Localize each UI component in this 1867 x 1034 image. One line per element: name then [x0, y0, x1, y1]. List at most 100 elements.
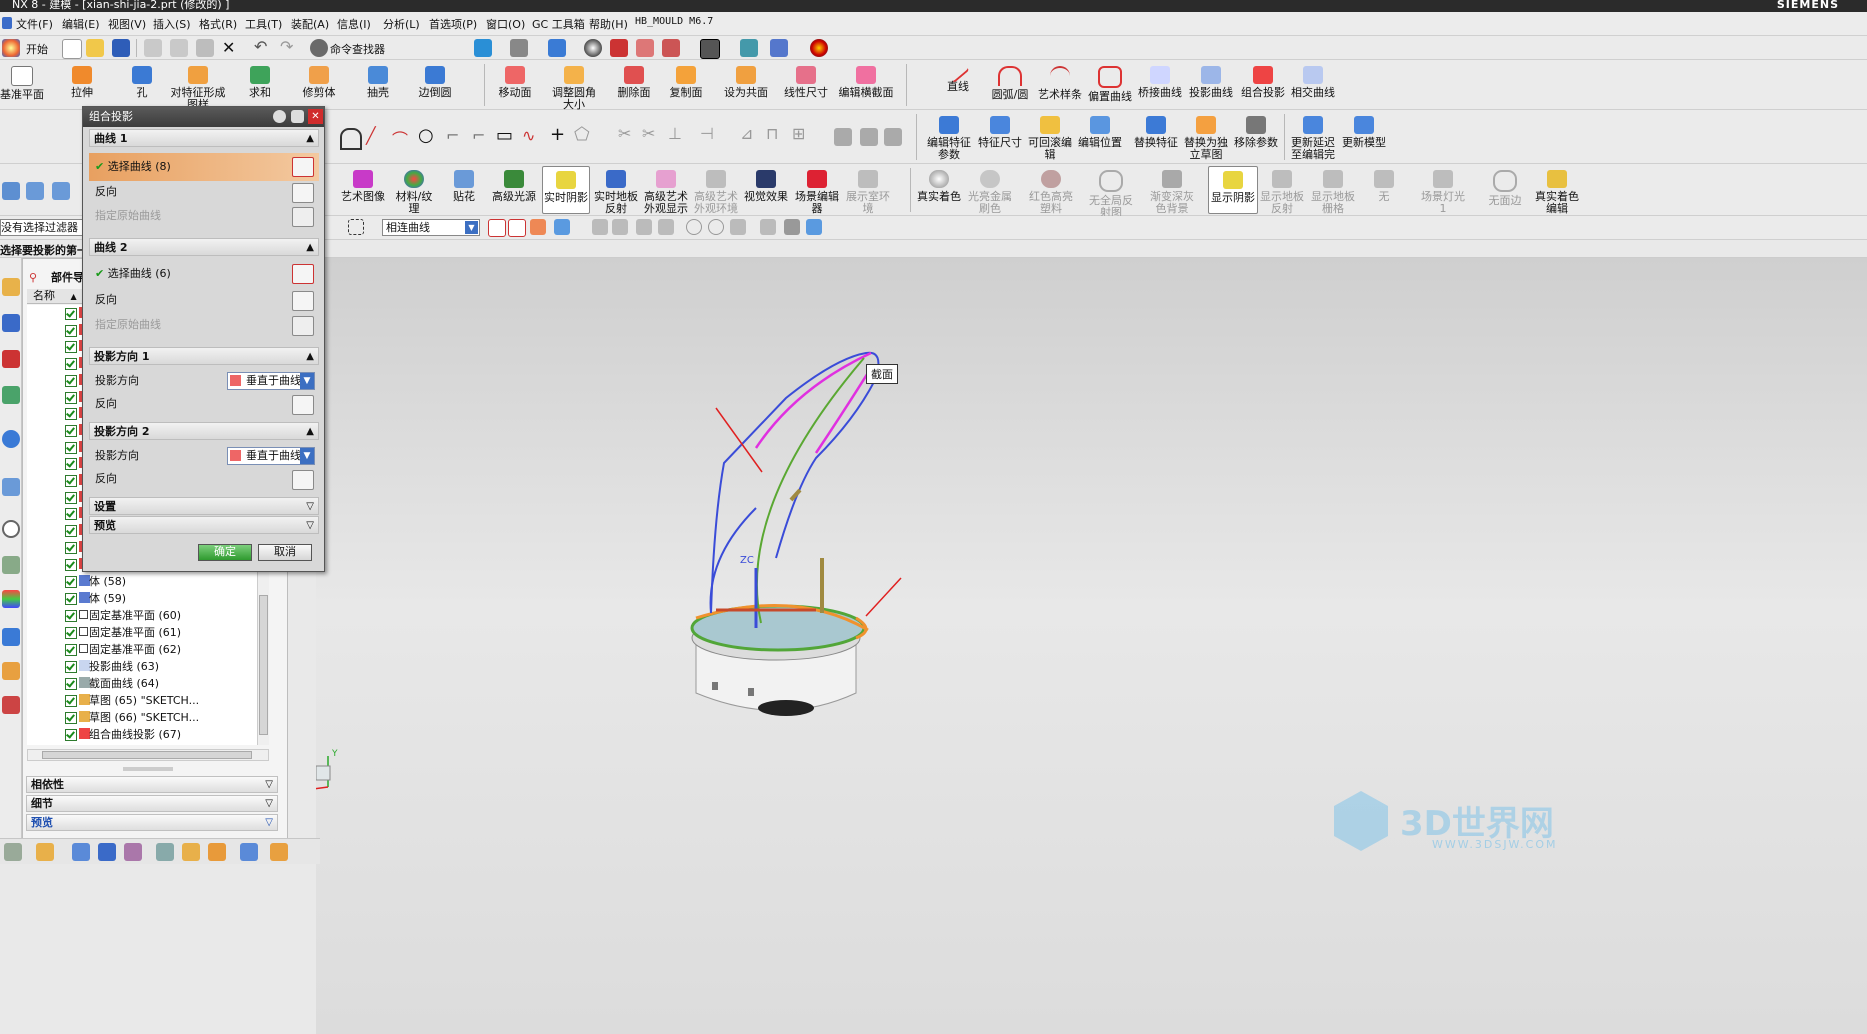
sketch-edit-icon[interactable]	[834, 128, 852, 146]
sketch-rectangle-icon[interactable]: ▭	[496, 125, 513, 146]
bridge-curve-button[interactable]: 桥接曲线	[1136, 66, 1184, 99]
h-scroll-thumb[interactable]	[42, 751, 252, 759]
wcs-icon[interactable]	[770, 39, 788, 57]
extrude-button[interactable]: 拉伸	[62, 66, 102, 99]
projection-direction2-select[interactable]: 垂直于曲线 ▼	[227, 447, 315, 465]
curve1-reverse-row[interactable]: 反向	[89, 181, 319, 203]
roles-icon[interactable]	[2, 662, 20, 680]
realtime-shadows-button[interactable]: 实时阴影	[542, 166, 590, 214]
mirror-assembly-icon[interactable]	[98, 843, 116, 861]
cancel-button[interactable]: 取消	[258, 544, 312, 561]
snap-existing-icon[interactable]	[730, 219, 746, 235]
edit-cross-section-button[interactable]: 编辑横截面	[838, 66, 894, 110]
projection-direction1-header[interactable]: 投影方向 1 ▲	[89, 347, 319, 365]
visibility-checkbox[interactable]	[65, 541, 77, 554]
visibility-checkbox[interactable]	[65, 695, 77, 707]
snap-endpoint-icon[interactable]	[592, 219, 608, 235]
no-reflection-button[interactable]: 无全局反射图	[1086, 170, 1136, 216]
orient-icon[interactable]	[474, 39, 492, 57]
unite-button[interactable]: 求和	[240, 66, 280, 99]
offset-curve-button[interactable]: 偏置曲线	[1086, 66, 1134, 103]
visibility-checkbox[interactable]	[65, 712, 77, 724]
sketch-dimension-icon[interactable]: ⊿	[740, 124, 753, 143]
reverse-direction-icon[interactable]	[292, 395, 314, 415]
menu-info[interactable]: 信息(I)	[337, 16, 371, 32]
visibility-checkbox[interactable]	[65, 508, 77, 521]
visibility-checkbox[interactable]	[65, 424, 77, 437]
reverse-direction-icon[interactable]	[292, 183, 314, 203]
snap-intersection-icon[interactable]	[658, 219, 674, 235]
scene-lights-button[interactable]: 场景灯光 1	[1418, 170, 1468, 216]
scene-editor-button[interactable]: 场景编辑器	[794, 170, 840, 216]
splitter[interactable]	[123, 767, 173, 771]
dialog-title-bar[interactable]: 组合投影 ✕	[83, 107, 324, 127]
sketch-arc2-icon[interactable]: ⌒	[392, 126, 408, 150]
rollback-edit-button[interactable]: 可回滚编辑	[1026, 116, 1074, 162]
render-style-icon[interactable]	[510, 39, 528, 57]
sketch-corner-icon[interactable]: ⊥	[668, 124, 682, 143]
visibility-checkbox[interactable]	[65, 558, 77, 571]
proj1-reverse-row[interactable]: 反向	[89, 393, 319, 415]
menu-analysis[interactable]: 分析(L)	[383, 16, 420, 32]
visibility-checkbox[interactable]	[65, 627, 77, 639]
sketch-extend-icon[interactable]: ✂	[642, 124, 655, 143]
snap-center-icon[interactable]	[686, 219, 702, 235]
visibility-checkbox[interactable]	[65, 408, 77, 421]
proj2-reverse-row[interactable]: 反向	[89, 468, 319, 490]
reuse-library-icon[interactable]	[2, 386, 20, 404]
scroll-thumb[interactable]	[259, 595, 268, 735]
menu-help[interactable]: 帮助(H)	[589, 16, 628, 32]
copy-icon[interactable]	[170, 39, 188, 57]
delay-update-button[interactable]: 更新延迟至编辑完	[1288, 116, 1338, 162]
advanced-studio-environment-button[interactable]: 高级艺术外观环境	[692, 170, 740, 216]
hole-button[interactable]: 孔	[122, 66, 162, 99]
delete-icon[interactable]: ✕	[222, 38, 235, 57]
visibility-checkbox[interactable]	[65, 661, 77, 673]
delete-face-button[interactable]: 删除面	[612, 66, 656, 99]
snap-arrow-icon[interactable]	[554, 219, 570, 235]
explode-icon[interactable]	[182, 843, 200, 861]
sketch-update-icon[interactable]	[884, 128, 902, 146]
close-icon[interactable]: ✕	[308, 109, 323, 124]
menu-window[interactable]: 窗口(O)	[486, 16, 525, 32]
move-face-button[interactable]: 移动面	[492, 66, 538, 99]
visibility-checkbox[interactable]	[65, 458, 77, 471]
select-curve1-row[interactable]: ✔ 选择曲线 (8)	[89, 153, 319, 181]
remove-parameters-button[interactable]: 移除参数	[1232, 116, 1280, 149]
show-floor-grid-button[interactable]: 显示地板栅格	[1308, 170, 1358, 216]
selection-filter-dropdown[interactable]: 没有选择过滤器	[0, 219, 84, 236]
make-coplanar-button[interactable]: 设为共面	[720, 66, 772, 99]
select-curve2-row[interactable]: ✔ 选择曲线 (6)	[89, 262, 319, 286]
preview-panel[interactable]: 预览 ▽	[26, 814, 278, 831]
material-texture-button[interactable]: 材料/纹理	[392, 170, 436, 216]
details-panel[interactable]: 细节 ▽	[26, 795, 278, 812]
redo-icon[interactable]: ↷	[280, 37, 293, 56]
palette-roles-icon[interactable]	[2, 590, 20, 608]
visibility-checkbox[interactable]	[65, 358, 77, 371]
settings-group-header[interactable]: 设置 ▽	[89, 497, 319, 515]
undo-icon[interactable]: ↶	[254, 37, 267, 56]
gradient-background-button[interactable]: 渐变深灰色背景	[1146, 170, 1198, 216]
curve1-group-header[interactable]: 曲线 1 ▲	[89, 129, 319, 147]
shell-button[interactable]: 抽壳	[358, 66, 398, 99]
copy-face-button[interactable]: 复制面	[664, 66, 708, 99]
start-icon[interactable]	[2, 39, 20, 57]
visibility-checkbox[interactable]	[65, 678, 77, 690]
stop-at-intersection-icon[interactable]	[488, 219, 506, 237]
specify-original-curve-icon[interactable]	[292, 207, 314, 227]
menu-tools[interactable]: 工具(T)	[245, 16, 282, 32]
combined-projection-button[interactable]: 组合投影	[1238, 66, 1288, 99]
snap-midpoint-icon[interactable]	[612, 219, 628, 235]
intersection-curve-button[interactable]: 相交曲线	[1288, 66, 1338, 99]
sketch-trim-icon[interactable]: ✂	[618, 124, 631, 143]
sequence-icon[interactable]	[240, 843, 258, 861]
sketch-relation-icon[interactable]: ⊓	[766, 124, 778, 143]
new-icon[interactable]	[62, 39, 82, 59]
snap-point-icon[interactable]	[530, 219, 546, 235]
artistic-image-button[interactable]: 艺术图像	[340, 170, 386, 203]
command-finder-button[interactable]: 命令查找器	[330, 41, 385, 57]
add-component-icon[interactable]	[36, 843, 54, 861]
model-view[interactable]: ZC Y X	[316, 258, 1867, 1034]
snap-bounded-icon[interactable]	[806, 219, 822, 235]
sketch-studio-spline-icon[interactable]: ∿	[522, 126, 535, 145]
